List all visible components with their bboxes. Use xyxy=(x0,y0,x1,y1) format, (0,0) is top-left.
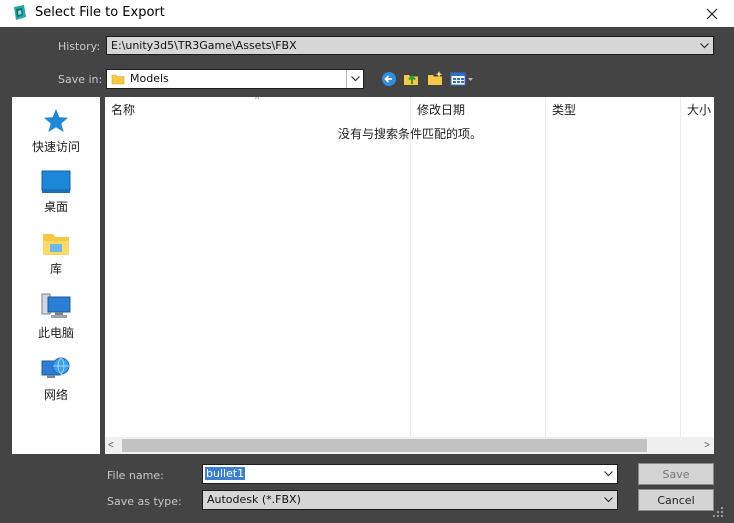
chevron-down-icon[interactable] xyxy=(600,491,617,509)
place-label: 此电脑 xyxy=(37,326,74,340)
computer-icon xyxy=(41,293,71,318)
up-folder-icon[interactable] xyxy=(402,70,420,88)
empty-message: 没有与搜索条件匹配的项。 xyxy=(338,127,483,141)
horizontal-scrollbar[interactable]: < > xyxy=(105,437,714,454)
cancel-button[interactable]: Cancel xyxy=(638,489,714,511)
scroll-left-icon[interactable]: < xyxy=(108,440,114,451)
column-header-type[interactable]: 类型 xyxy=(552,101,576,118)
file-name-input[interactable]: bullet1 xyxy=(202,464,618,484)
save-as-type-dropdown[interactable]: Autodesk (*.FBX) xyxy=(202,490,618,510)
save-as-type-value: Autodesk (*.FBX) xyxy=(207,493,301,506)
place-this-pc[interactable]: 此电脑 xyxy=(12,293,100,341)
place-library[interactable]: 库 xyxy=(12,231,100,277)
places-bar: 快速访问 桌面 库 此电脑 网络 xyxy=(12,97,100,454)
title-bar: Select File to Export xyxy=(0,0,734,27)
file-list[interactable]: ^ 名称 修改日期 类型 大小 没有与搜索条件匹配的项。 < > xyxy=(105,97,714,454)
place-label: 桌面 xyxy=(43,200,68,214)
chevron-down-icon[interactable] xyxy=(600,465,617,483)
column-header-size[interactable]: 大小 xyxy=(687,101,711,118)
column-divider[interactable] xyxy=(680,97,681,437)
new-folder-icon[interactable] xyxy=(426,70,444,88)
chevron-down-icon[interactable] xyxy=(696,37,713,54)
chevron-down-icon[interactable] xyxy=(346,70,363,88)
place-label: 库 xyxy=(49,262,62,276)
back-icon[interactable] xyxy=(380,70,398,88)
sort-ascending-icon: ^ xyxy=(255,97,260,104)
save-in-value: Models xyxy=(130,72,169,85)
desktop-icon xyxy=(41,170,71,193)
file-name-label: File name: xyxy=(107,469,164,482)
place-network[interactable]: 网络 xyxy=(12,355,100,403)
place-quick-access[interactable]: 快速访问 xyxy=(12,107,100,155)
resize-grip-icon[interactable] xyxy=(712,506,724,518)
column-header-date[interactable]: 修改日期 xyxy=(417,101,465,118)
window-title: Select File to Export xyxy=(35,5,165,20)
save-in-label: Save in: xyxy=(58,73,103,86)
view-menu-icon[interactable] xyxy=(450,70,474,88)
3dsmax-logo-icon xyxy=(14,5,26,20)
column-divider[interactable] xyxy=(410,97,411,437)
file-name-value: bullet1 xyxy=(205,467,246,480)
scrollbar-thumb[interactable] xyxy=(122,439,647,452)
history-dropdown[interactable]: E:\unity3d5\TR3Game\Assets\FBX xyxy=(106,36,714,55)
network-icon xyxy=(41,357,70,378)
place-label: 网络 xyxy=(43,388,68,402)
library-icon xyxy=(43,234,69,255)
history-value: E:\unity3d5\TR3Game\Assets\FBX xyxy=(111,39,297,52)
save-button[interactable]: Save xyxy=(638,463,714,485)
column-divider[interactable] xyxy=(545,97,546,437)
scroll-right-icon[interactable]: > xyxy=(704,440,710,451)
close-icon xyxy=(706,8,718,19)
folder-icon xyxy=(111,74,125,85)
save-as-type-label: Save as type: xyxy=(107,495,182,508)
place-desktop[interactable]: 桌面 xyxy=(12,169,100,215)
history-label: History: xyxy=(58,40,101,53)
place-label: 快速访问 xyxy=(31,140,80,154)
star-icon xyxy=(44,109,68,132)
column-header-name[interactable]: 名称 xyxy=(111,101,135,118)
save-in-dropdown[interactable]: Models xyxy=(106,69,364,89)
close-button[interactable] xyxy=(690,0,734,27)
